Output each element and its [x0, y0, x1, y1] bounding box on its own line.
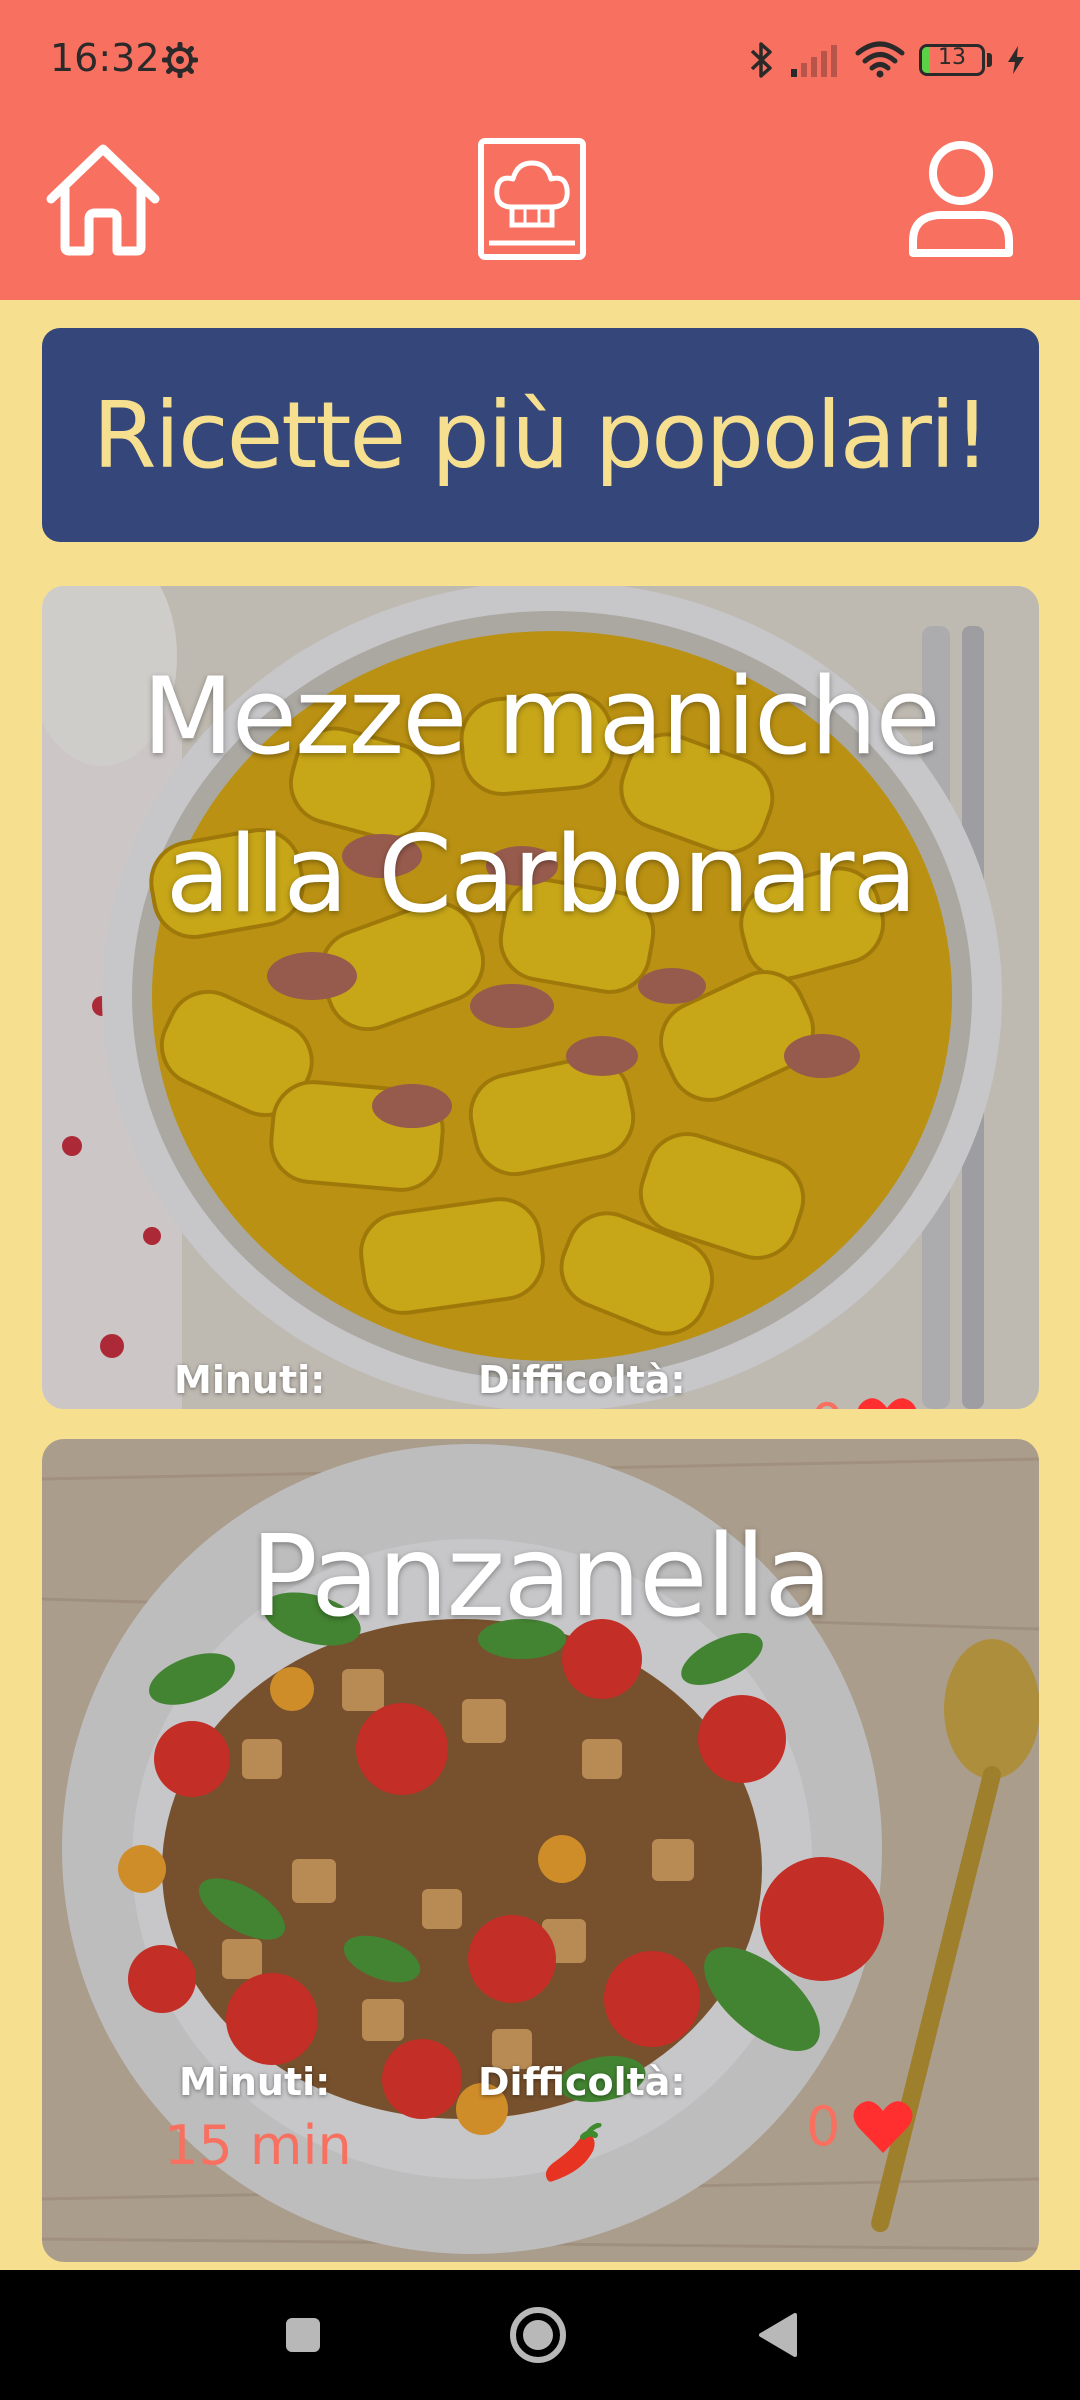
- square-recents-icon: [286, 2318, 320, 2352]
- home-system-button[interactable]: [503, 2300, 573, 2370]
- likes-counter[interactable]: 0: [810, 1392, 918, 1409]
- wifi-icon: [855, 41, 905, 78]
- likes-counter[interactable]: 0: [806, 2095, 914, 2158]
- heart-icon: [858, 1397, 917, 1409]
- status-time: 16:32: [50, 36, 160, 80]
- minutes-value: 15 min: [164, 2114, 352, 2177]
- home-icon: [46, 144, 160, 256]
- settings-gear-icon: [162, 42, 198, 78]
- minutes-label: Minuti:: [179, 2060, 331, 2104]
- battery-percent: 13: [938, 45, 966, 70]
- likes-count: 0: [806, 2095, 841, 2158]
- recipe-title: Mezze maniche alla Carbonara: [42, 664, 1039, 928]
- app-header: [0, 120, 1080, 300]
- battery-nub: [987, 53, 992, 67]
- difficulty-label: Difficoltà:: [478, 2060, 686, 2104]
- user-icon: [909, 141, 1013, 257]
- difficulty-label: Difficoltà:: [478, 1358, 686, 1402]
- status-icons: 13: [749, 38, 1026, 82]
- recipe-title: Panzanella: [250, 1512, 832, 1642]
- recipe-book-button[interactable]: [467, 134, 597, 264]
- chef-book-icon: [478, 138, 586, 260]
- recents-button[interactable]: [268, 2300, 338, 2370]
- system-navigation-bar: [0, 2270, 1080, 2400]
- recipe-card-panzanella[interactable]: Panzanella Minuti: 15 min Difficoltà: 0: [42, 1439, 1039, 2262]
- home-button[interactable]: [38, 134, 168, 264]
- bluetooth-icon: [750, 42, 772, 78]
- circle-home-icon: [510, 2307, 566, 2363]
- recipe-title-line2: alla Carbonara: [165, 813, 918, 936]
- profile-button[interactable]: [896, 134, 1026, 264]
- battery-icon: 13: [919, 44, 985, 76]
- triangle-back-icon: [759, 2313, 797, 2357]
- banner-title: Ricette più popolari!: [92, 381, 991, 489]
- status-bar: 16:32 13: [0, 0, 1080, 120]
- chili-pepper-icon: [545, 2123, 602, 2182]
- signal-icon: [791, 45, 837, 77]
- likes-count: 0: [810, 1392, 844, 1409]
- recipe-card-carbonara[interactable]: Mezze maniche alla Carbonara Minuti: Dif…: [42, 586, 1039, 1409]
- charging-bolt-icon: [1008, 46, 1024, 74]
- heart-icon: [853, 2100, 913, 2153]
- back-button[interactable]: [742, 2300, 812, 2370]
- minutes-label: Minuti:: [174, 1358, 326, 1402]
- recipe-title-line1: Mezze maniche: [142, 655, 940, 778]
- popular-recipes-banner: Ricette più popolari!: [42, 328, 1039, 542]
